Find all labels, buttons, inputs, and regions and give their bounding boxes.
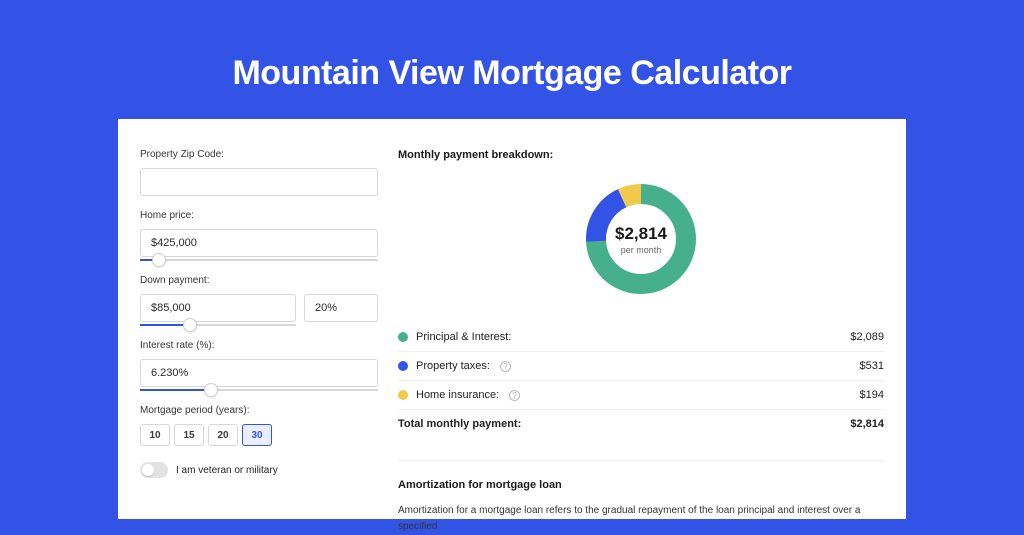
breakdown-title: Monthly payment breakdown: (398, 149, 884, 161)
interest-rate-group: Interest rate (%): (140, 340, 378, 391)
down-payment-slider[interactable] (140, 324, 296, 326)
veteran-switch[interactable] (140, 462, 168, 478)
breakdown-donut-chart: $2,814 per month (581, 179, 701, 299)
breakdown-line-total: Total monthly payment: $2,814 (398, 410, 884, 438)
down-payment-input[interactable] (140, 294, 296, 322)
mortgage-period-label: Mortgage period (years): (140, 405, 378, 416)
breakdown-column: Monthly payment breakdown: $2,814 per mo… (398, 149, 884, 519)
zip-group: Property Zip Code: (140, 149, 378, 196)
dot-icon (398, 390, 408, 400)
page-title: Mountain View Mortgage Calculator (0, 54, 1024, 93)
total-value: $2,814 (850, 418, 884, 430)
veteran-row: I am veteran or military (140, 462, 378, 478)
hero: Mountain View Mortgage Calculator (0, 0, 1024, 93)
down-payment-group: Down payment: (140, 275, 378, 326)
breakdown-line-home-insurance: Home insurance: ? $194 (398, 381, 884, 410)
period-option-10[interactable]: 10 (140, 424, 170, 446)
donut-center: $2,814 per month (581, 179, 701, 299)
period-option-20[interactable]: 20 (208, 424, 238, 446)
info-icon[interactable]: ? (500, 361, 511, 372)
dot-icon (398, 361, 408, 371)
mortgage-period-group: Mortgage period (years): 10 15 20 30 (140, 405, 378, 446)
down-payment-pct-input[interactable] (304, 294, 378, 322)
line-value: $2,089 (850, 331, 884, 343)
form-column: Property Zip Code: Home price: Down paym… (140, 149, 378, 519)
home-price-slider[interactable] (140, 259, 378, 261)
home-price-group: Home price: (140, 210, 378, 261)
line-label: Principal & Interest: (416, 331, 511, 343)
total-label: Total monthly payment: (398, 418, 521, 430)
zip-label: Property Zip Code: (140, 149, 378, 160)
donut-center-amount: $2,814 (615, 224, 667, 244)
down-payment-label: Down payment: (140, 275, 378, 286)
breakdown-line-principal-interest: Principal & Interest: $2,089 (398, 323, 884, 352)
amortization-text: Amortization for a mortgage loan refers … (398, 503, 884, 535)
line-value: $531 (860, 360, 884, 372)
home-price-label: Home price: (140, 210, 378, 221)
line-label: Property taxes: (416, 360, 490, 372)
interest-rate-input[interactable] (140, 359, 378, 387)
interest-rate-slider[interactable] (140, 389, 378, 391)
line-label: Home insurance: (416, 389, 499, 401)
breakdown-line-property-taxes: Property taxes: ? $531 (398, 352, 884, 381)
period-option-15[interactable]: 15 (174, 424, 204, 446)
period-option-30[interactable]: 30 (242, 424, 272, 446)
amortization-card: Amortization for mortgage loan Amortizat… (398, 460, 884, 535)
amortization-title: Amortization for mortgage loan (398, 479, 884, 491)
interest-rate-label: Interest rate (%): (140, 340, 378, 351)
dot-icon (398, 332, 408, 342)
home-price-input[interactable] (140, 229, 378, 257)
zip-input[interactable] (140, 168, 378, 196)
veteran-label: I am veteran or military (176, 465, 278, 476)
donut-center-sub: per month (621, 245, 662, 255)
mortgage-period-options: 10 15 20 30 (140, 424, 378, 446)
info-icon[interactable]: ? (509, 390, 520, 401)
line-value: $194 (860, 389, 884, 401)
calculator-panel: Property Zip Code: Home price: Down paym… (118, 119, 906, 519)
